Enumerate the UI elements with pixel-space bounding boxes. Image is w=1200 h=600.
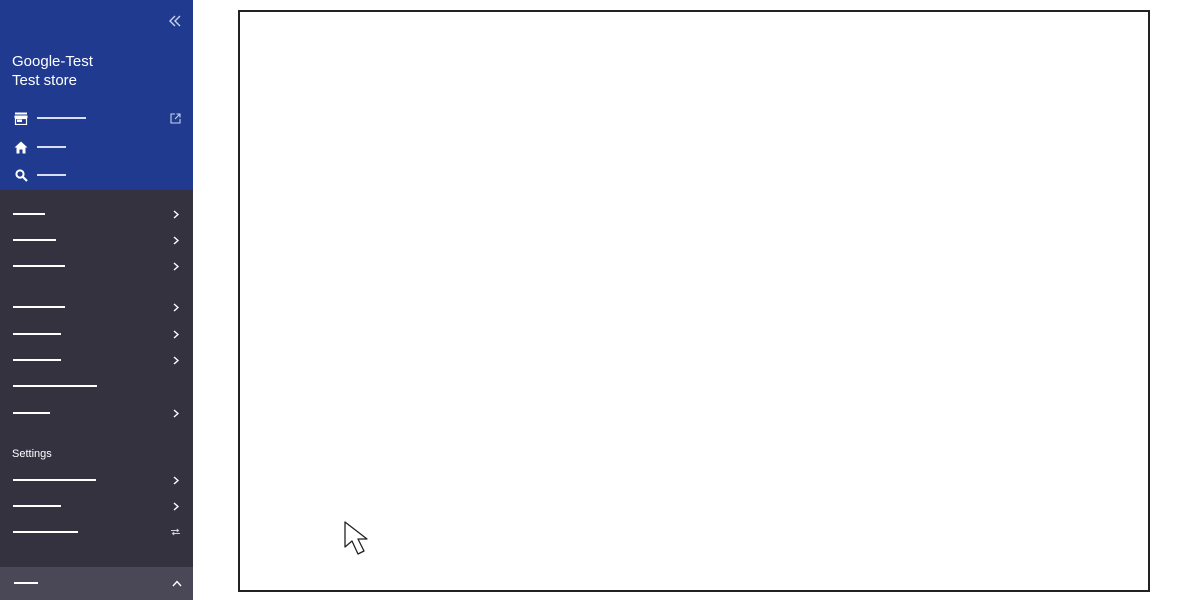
sidebar-account-toggle[interactable] [0,567,193,600]
mouse-pointer-icon [344,521,368,555]
sidebar-item-label [37,174,66,176]
chevron-right-icon [170,259,182,273]
double-chevron-left-icon [169,15,181,27]
store-name-line1: Google-Test [12,53,93,70]
sidebar-nav-item[interactable] [12,522,184,542]
sidebar-item-label [37,146,66,148]
sidebar-nav-item[interactable] [12,403,184,423]
sidebar-item-home[interactable] [12,137,184,157]
main-content-frame [238,10,1150,592]
sidebar-item-label [13,412,50,414]
sidebar-item-label [13,505,61,507]
external-link-icon[interactable] [168,111,182,125]
sidebar-header: Google-Test Test store [0,0,193,190]
sidebar-nav-item[interactable] [12,204,184,224]
chevron-right-icon [170,473,182,487]
sidebar-item-label [37,117,86,119]
settings-section-heading: Settings [12,448,52,460]
chevron-right-icon [170,207,182,221]
chevron-right-icon [170,300,182,314]
sidebar-nav-item[interactable] [12,496,184,516]
sidebar-nav-item[interactable] [12,230,184,250]
store-name: Google-Test Test store [12,52,93,90]
sidebar-item-label [13,213,45,215]
chevron-right-icon [170,353,182,367]
search-icon [12,166,30,184]
chevron-right-icon [170,233,182,247]
sidebar-item-label [13,359,61,361]
sidebar-item-label [13,333,61,335]
sidebar-item-label [13,239,56,241]
sidebar-nav-item[interactable] [12,324,184,344]
sidebar-nav-item[interactable] [12,297,184,317]
sidebar-item-label [13,306,65,308]
sidebar-item-label [13,531,78,533]
sidebar-nav-item[interactable] [12,376,184,396]
sidebar-item-label [13,479,96,481]
sidebar-item-label [13,385,97,387]
home-icon [12,138,30,156]
sidebar-item-label [13,265,65,267]
chevron-right-icon [170,327,182,341]
chevron-right-icon [170,499,182,513]
switch-arrows-icon [168,525,182,539]
sidebar-nav-item[interactable] [12,470,184,490]
sidebar-nav-item[interactable] [12,256,184,276]
collapse-sidebar-button[interactable] [164,10,186,32]
sidebar-item-label [14,582,38,584]
store-name-line2: Test store [12,72,78,89]
store-icon [12,109,30,127]
sidebar-item-storefront[interactable] [12,108,184,128]
chevron-right-icon [170,406,182,420]
sidebar: Google-Test Test store Settings [0,0,193,600]
sidebar-item-search[interactable] [12,165,184,185]
sidebar-nav-item[interactable] [12,350,184,370]
chevron-up-icon [170,576,184,590]
